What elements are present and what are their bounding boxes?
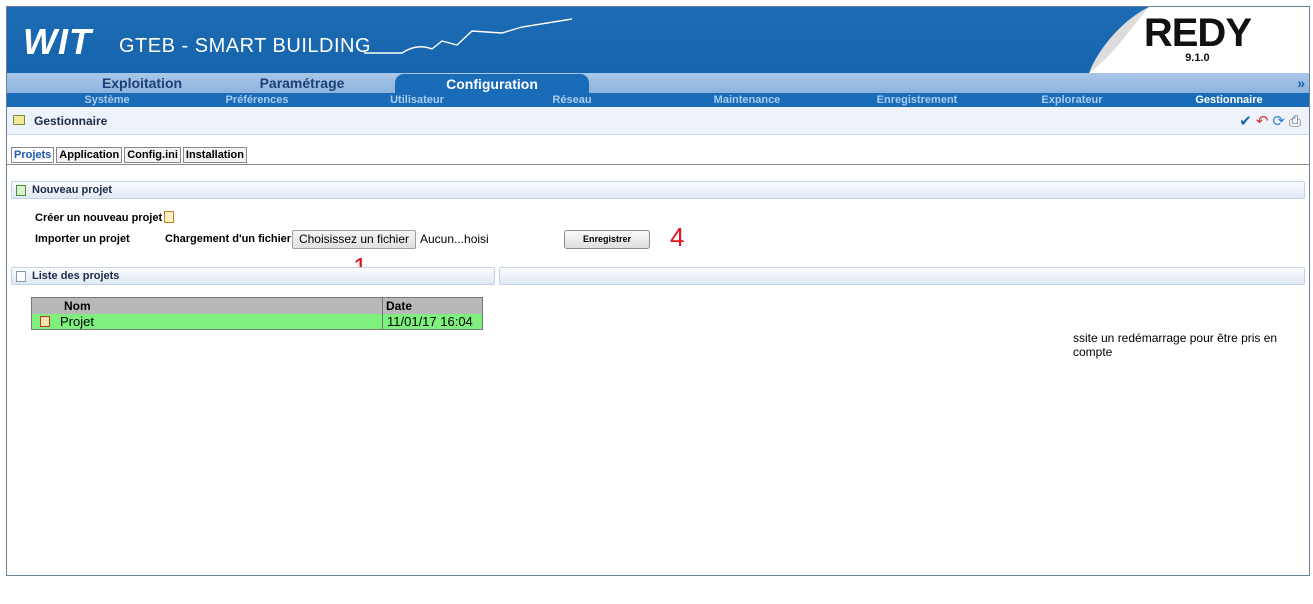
tab-projets[interactable]: Projets bbox=[11, 147, 55, 163]
toolbar: ✔ ↶ ⟳ ⎙ bbox=[1235, 112, 1301, 130]
column-date: Date bbox=[386, 299, 413, 313]
validate-check-icon[interactable]: ✔ bbox=[1239, 113, 1252, 130]
signal-wave-icon bbox=[364, 18, 573, 54]
content-tabs: Projets Application Config.ini Installation bbox=[11, 147, 249, 163]
project-file-icon bbox=[40, 316, 50, 327]
import-project-label: Importer un projet bbox=[35, 233, 130, 245]
tab-application[interactable]: Application bbox=[56, 147, 123, 163]
subtab-gestionnaire[interactable]: Gestionnaire bbox=[1169, 93, 1289, 107]
row-divider bbox=[382, 314, 383, 329]
manager-icon bbox=[13, 115, 25, 125]
expand-chevron-icon[interactable]: » bbox=[1297, 75, 1305, 91]
tab-exploitation[interactable]: Exploitation bbox=[67, 73, 217, 93]
no-file-chosen: Aucun...hoisi bbox=[420, 232, 489, 246]
section-new-project: Nouveau projet bbox=[11, 181, 1305, 199]
undo-icon[interactable]: ↶ bbox=[1256, 113, 1269, 130]
print-icon[interactable]: ⎙ bbox=[1289, 113, 1301, 130]
project-name: Projet bbox=[60, 314, 94, 329]
section-right-panel bbox=[499, 267, 1305, 285]
tabs-divider bbox=[7, 164, 1309, 165]
subtab-enregistrement[interactable]: Enregistrement bbox=[847, 93, 987, 107]
create-project-icon[interactable] bbox=[164, 211, 174, 223]
main-tabs: Exploitation Paramétrage Configuration » bbox=[7, 73, 1309, 94]
step-4-marker: 4 bbox=[670, 222, 685, 252]
list-icon bbox=[16, 271, 26, 282]
refresh-icon[interactable]: ⟳ bbox=[1272, 113, 1285, 130]
header-banner: WIT GTEB - SMART BUILDING REDY 9.1.0 bbox=[7, 7, 1309, 73]
tab-installation[interactable]: Installation bbox=[182, 147, 247, 163]
app-title: GTEB - SMART BUILDING bbox=[119, 35, 372, 57]
page-title: Gestionnaire bbox=[34, 114, 108, 128]
subtab-preferences[interactable]: Préférences bbox=[197, 93, 317, 107]
section-project-list: Liste des projets bbox=[11, 267, 495, 285]
subtab-reseau[interactable]: Réseau bbox=[522, 93, 622, 107]
project-date: 11/01/17 16:04 bbox=[387, 314, 473, 329]
project-table-header: Nom Date bbox=[31, 297, 483, 315]
tab-configuration[interactable]: Configuration bbox=[395, 74, 589, 94]
wit-logo: WIT bbox=[23, 21, 92, 62]
table-row[interactable]: Projet 11/01/17 16:04 bbox=[31, 314, 483, 330]
page-titlebar: Gestionnaire ✔ ↶ ⟳ ⎙ bbox=[7, 107, 1309, 135]
tab-parametrage[interactable]: Paramétrage bbox=[227, 73, 377, 93]
new-project-icon bbox=[16, 185, 26, 196]
sub-tabs: Système Préférences Utilisateur Réseau M… bbox=[7, 93, 1309, 107]
restart-note: ssite un redémarrage pour être pris en c… bbox=[1073, 331, 1278, 359]
upload-file-label: Chargement d'un fichier bbox=[165, 233, 292, 245]
redy-logo: REDY 9.1.0 bbox=[1143, 11, 1252, 64]
save-project-button[interactable]: Enregistrer bbox=[564, 230, 650, 249]
subtab-explorateur[interactable]: Explorateur bbox=[1012, 93, 1132, 107]
create-project-label: Créer un nouveau projet bbox=[35, 212, 163, 224]
tab-config-ini[interactable]: Config.ini bbox=[124, 147, 181, 163]
subtab-systeme[interactable]: Système bbox=[47, 93, 167, 107]
choose-file-button[interactable]: Choisissez un fichier bbox=[292, 230, 416, 249]
subtab-maintenance[interactable]: Maintenance bbox=[687, 93, 807, 107]
app-window: WIT GTEB - SMART BUILDING REDY 9.1.0 Exp… bbox=[6, 6, 1310, 576]
subtab-utilisateur[interactable]: Utilisateur bbox=[357, 93, 477, 107]
column-divider bbox=[382, 298, 383, 314]
column-nom: Nom bbox=[64, 299, 91, 313]
